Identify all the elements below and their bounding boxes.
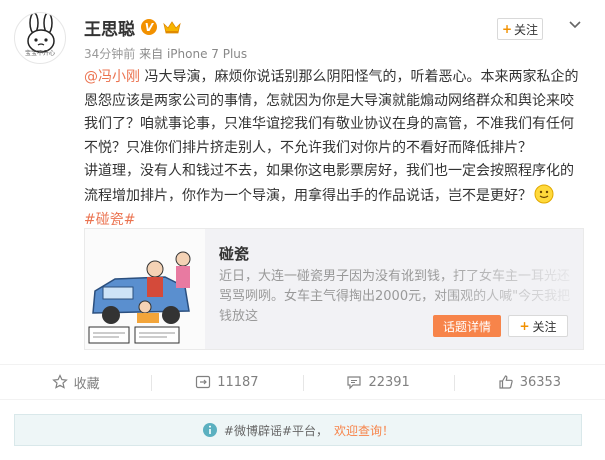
cartoon-thumbnail-icon — [85, 229, 205, 349]
post-text: @冯小刚 冯大导演，麻烦你说话别那么阴阳怪气的，听着恶心。本来两家私企的 恩怨应… — [84, 66, 584, 232]
topic-link[interactable]: #碰瓷# — [84, 212, 135, 228]
topic-follow-label: 关注 — [532, 319, 557, 334]
post-time[interactable]: 34分钟前 — [84, 47, 135, 61]
comment-button[interactable]: 22391 — [302, 365, 454, 399]
avatar[interactable]: 宝宝不开心 — [14, 12, 66, 64]
repost-icon — [196, 375, 211, 389]
post-line-1: @冯小刚 冯大导演，麻烦你说话别那么阴阳怪气的，听着恶心。本来两家私企的 — [84, 66, 584, 90]
topic-detail-button[interactable]: 话题详情 — [433, 315, 501, 337]
rumor-notice-bar[interactable]: #微博辟谣#平台， 欢迎查询！ — [14, 414, 582, 446]
post-line-6: 流程增加排片，你作为一个导演，用拿得出手的作品说话，岂不是更好？ — [84, 184, 584, 209]
like-button[interactable]: 36353 — [453, 365, 605, 399]
follow-label: 关注 — [514, 22, 539, 37]
follow-button[interactable]: + 关注 — [497, 18, 543, 40]
comment-count: 22391 — [368, 374, 410, 390]
post-line-3: 我们了？咱就事论事，只准华谊挖我们有敬业协议在身的高管，不准我们有任何 — [84, 116, 574, 133]
favorite-button[interactable]: 收藏 — [0, 365, 151, 399]
verified-badge[interactable]: V — [141, 19, 157, 35]
thumbs-up-icon — [499, 375, 513, 389]
topic-follow-button[interactable]: + 关注 — [508, 315, 568, 337]
notice-link[interactable]: 欢迎查询！ — [334, 422, 394, 439]
post-line-5: 讲道理，没有人和钱过不去，如果你这电影票房好，我们也一定会按照程序化的 — [84, 163, 574, 180]
plus-icon: + — [501, 22, 513, 36]
post-line-4: 不悦？只准你们排片挤走别人，不允许我们对你片的不看好而降低排片？ — [84, 139, 532, 156]
share-title[interactable]: 碰瓷 — [219, 243, 249, 264]
name-row: 王思聪 V — [84, 15, 181, 40]
notice-text: #微博辟谣#平台， — [223, 423, 329, 438]
mention-link[interactable]: @冯小刚 — [84, 69, 140, 85]
favorite-label: 收藏 — [73, 376, 100, 392]
info-icon — [202, 423, 217, 437]
post-source[interactable]: iPhone 7 Plus — [167, 47, 247, 61]
chevron-down-icon[interactable] — [567, 16, 583, 32]
action-bar: 收藏 11187 22391 36353 — [0, 364, 605, 400]
source-prefix: 来自 — [139, 47, 164, 61]
username[interactable]: 王思聪 — [84, 15, 135, 40]
post-line-text: 流程增加排片，你作为一个导演，用拿得出手的作品说话，岂不是更好？ — [84, 187, 532, 204]
weibo-post-card: 宝宝不开心 王思聪 V 34分钟前 来自 iPhone 7 Plus + 关注 … — [0, 0, 605, 460]
post-line-2: 恩怨应该是两家公司的事情，怎就因为你是大导演就能煽动网络群众和舆论来咬 — [84, 92, 574, 109]
repost-button[interactable]: 11187 — [151, 365, 302, 399]
smile-emoji-icon — [534, 184, 554, 204]
like-count: 36353 — [519, 374, 562, 390]
plus-icon: + — [519, 319, 530, 333]
topic-thumbnail[interactable] — [85, 229, 205, 349]
repost-count: 11187 — [217, 374, 259, 390]
vip-crown-icon[interactable] — [163, 20, 181, 34]
star-icon — [51, 374, 68, 389]
topic-share-card[interactable]: 碰瓷 近日，大连一碰瓷男子因为没有讹到钱，打了女车主一耳光还骂骂咧咧。女车主气得… — [84, 228, 584, 350]
comment-icon — [347, 376, 362, 390]
post-line-text: 冯大导演，麻烦你说话别那么阴阳怪气的，听着恶心。本来两家私企的 — [140, 69, 579, 85]
avatar-caption: 宝宝不开心 — [24, 50, 55, 57]
post-meta: 34分钟前 来自 iPhone 7 Plus — [84, 45, 247, 62]
